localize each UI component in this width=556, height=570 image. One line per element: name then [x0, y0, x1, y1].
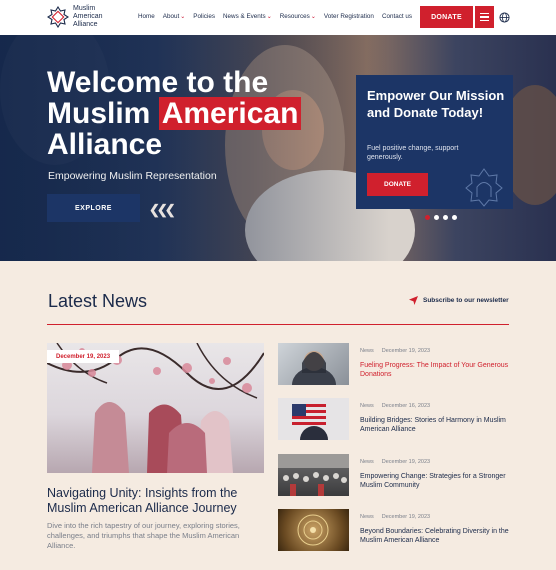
news-item[interactable]: News December 19, 2023 Empowering Change:…: [278, 454, 518, 496]
chevron-down-icon: ⌄: [266, 14, 272, 20]
news-date: December 19, 2023: [381, 459, 431, 465]
divider: [47, 324, 509, 325]
news-thumbnail[interactable]: [278, 398, 349, 440]
hero-title-highlight: American: [158, 97, 302, 130]
hero-banner: Welcome to the Muslim American Alliance …: [0, 35, 556, 261]
donate-card-text: Fuel positive change, support generously…: [367, 145, 459, 161]
hero-subtitle: Empowering Muslim Representation: [48, 170, 217, 182]
hero-title: Welcome to the Muslim American Alliance: [47, 67, 347, 160]
logo[interactable]: Muslim American Alliance: [47, 4, 117, 31]
logo-star-icon: [47, 6, 69, 28]
chevron-down-icon: ⌄: [310, 14, 316, 20]
nav-label: About: [162, 13, 180, 20]
news-date: December 16, 2023: [381, 403, 431, 409]
news-category: News: [360, 514, 374, 520]
globe-icon[interactable]: [499, 12, 510, 23]
nav-news-events[interactable]: News & Events ⌄: [223, 13, 272, 20]
donate-card: Empower Our Mission and Donate Today! Fu…: [356, 75, 513, 209]
news-thumbnail[interactable]: [278, 343, 349, 385]
news-thumbnail[interactable]: [278, 509, 349, 551]
nav-about[interactable]: About ⌄: [163, 13, 186, 20]
news-date: December 19, 2023: [381, 348, 431, 354]
news-thumbnail[interactable]: [278, 454, 349, 496]
nav-contact[interactable]: Contact us: [382, 13, 412, 20]
donate-card-title: Empower Our Mission and Donate Today!: [367, 88, 505, 120]
chevron-down-icon: ⌄: [180, 14, 186, 20]
nav-label: Contact us: [381, 13, 413, 20]
news-title[interactable]: Beyond Boundaries: Celebrating Diversity…: [360, 527, 510, 545]
slider-dot[interactable]: [443, 215, 448, 220]
news-title[interactable]: Building Bridges: Stories of Harmony in …: [360, 416, 510, 434]
news-date: December 19, 2023: [381, 514, 431, 520]
nav-label: Voter Registration: [323, 13, 374, 20]
slider-dot[interactable]: [452, 215, 457, 220]
news-item[interactable]: News December 19, 2023 Fueling Progress: …: [278, 343, 518, 385]
news-category: News: [360, 459, 374, 465]
news-item[interactable]: News December 19, 2023 Beyond Boundaries:…: [278, 509, 518, 551]
news-category: News: [360, 348, 374, 354]
hamburger-menu-icon[interactable]: [474, 6, 494, 28]
nav-resources[interactable]: Resources ⌄: [280, 13, 316, 20]
nav-label: News & Events: [223, 13, 266, 20]
logo-text: Muslim American Alliance: [73, 5, 103, 28]
subscribe-label: Subscribe to our newsletter: [423, 297, 509, 304]
explore-button[interactable]: EXPLORE: [47, 194, 140, 222]
nav-policies[interactable]: Policies: [193, 13, 215, 20]
main-nav: Home About ⌄ Policies News & Events ⌄ Reso…: [138, 13, 412, 20]
news-title[interactable]: Empowering Change: Strategies for a Stro…: [360, 472, 510, 490]
featured-article-title[interactable]: Navigating Unity: Insights from the Musl…: [47, 486, 267, 516]
nav-voter-registration[interactable]: Voter Registration: [324, 13, 374, 20]
slider-dots: [425, 215, 457, 220]
arrows-left-icon: ❮❮❮: [149, 202, 176, 217]
slider-dot[interactable]: [425, 215, 430, 220]
paper-plane-icon: [409, 296, 418, 305]
slider-dot[interactable]: [434, 215, 439, 220]
donate-card-button[interactable]: DONATE: [367, 173, 428, 196]
news-item[interactable]: News December 16, 2023 Building Bridges: …: [278, 398, 518, 440]
header-donate-button[interactable]: DONATE: [420, 6, 473, 28]
mosque-ornament-icon: [465, 168, 503, 207]
site-header: Muslim American Alliance Home About ⌄ Pol…: [0, 0, 556, 35]
nav-label: Home: [138, 13, 155, 20]
section-title: Latest News: [48, 291, 148, 311]
subscribe-link[interactable]: Subscribe to our newsletter: [409, 296, 509, 305]
nav-label: Resources: [279, 13, 310, 20]
news-category: News: [360, 403, 374, 409]
news-title[interactable]: Fueling Progress: The Impact of Your Gen…: [360, 361, 510, 379]
featured-date-badge: December 19, 2023: [47, 350, 120, 363]
nav-label: Policies: [193, 13, 215, 20]
featured-article-excerpt: Dive into the rich tapestry of our journ…: [47, 521, 240, 550]
nav-home[interactable]: Home: [138, 13, 155, 20]
